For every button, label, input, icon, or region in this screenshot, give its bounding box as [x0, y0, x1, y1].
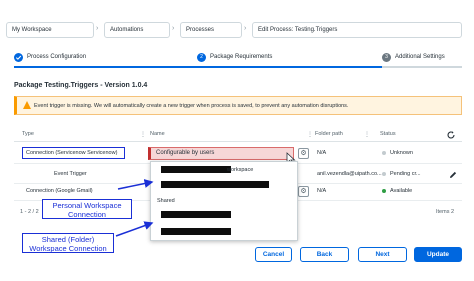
- back-button[interactable]: Back: [300, 247, 349, 262]
- annotation-shared-workspace: Shared (Folder) Workspace Connection: [22, 233, 114, 253]
- next-button[interactable]: Next: [358, 247, 407, 262]
- annotation-personal-workspace: Personal Workspace Connection: [42, 199, 132, 219]
- cancel-button[interactable]: Cancel: [255, 247, 292, 262]
- update-button[interactable]: Update: [414, 247, 462, 262]
